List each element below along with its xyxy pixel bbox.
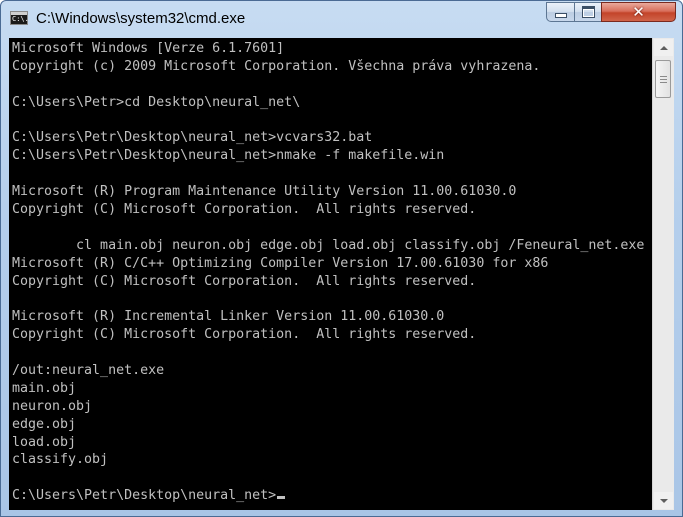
console-line: Microsoft (R) Program Maintenance Utilit… xyxy=(12,184,517,200)
console-line: Microsoft (R) C/C++ Optimizing Compiler … xyxy=(12,255,549,271)
console-line: edge.obj xyxy=(12,416,77,432)
console-line: main.obj xyxy=(12,380,77,396)
console-line: C:\Users\Petr\Desktop\neural_net>vcvars3… xyxy=(12,130,373,146)
scroll-up-button[interactable] xyxy=(654,39,673,56)
maximize-button[interactable] xyxy=(574,2,602,22)
console-line: Microsoft (R) Incremental Linker Version… xyxy=(12,309,445,325)
console-output[interactable]: Microsoft Windows [Verze 6.1.7601] Copyri… xyxy=(9,38,652,510)
close-icon: ✕ xyxy=(632,2,645,21)
console-line: cl main.obj neuron.obj edge.obj load.obj… xyxy=(12,237,645,253)
scroll-down-arrow-icon xyxy=(659,498,668,503)
console-line: C:\Users\Petr>cd Desktop\neural_net\ xyxy=(12,94,301,110)
console-line: /out:neural_net.exe xyxy=(12,363,165,379)
window-title: C:\Windows\system32\cmd.exe xyxy=(36,10,246,27)
scroll-up-arrow-icon xyxy=(659,45,668,50)
resize-grip[interactable] xyxy=(652,510,674,516)
scroll-down-button[interactable] xyxy=(654,492,673,509)
cmd-window: C:\. C:\Windows\system32\cmd.exe ✕ Micro… xyxy=(0,0,683,517)
minimize-button[interactable] xyxy=(546,2,575,22)
console-line: classify.obj xyxy=(12,452,109,468)
console-line: Copyright (C) Microsoft Corporation. All… xyxy=(12,273,477,289)
console-line: load.obj xyxy=(12,434,77,450)
scroll-thumb[interactable] xyxy=(655,60,671,98)
text-cursor xyxy=(277,496,286,500)
thumb-grip-line xyxy=(659,78,667,80)
minimize-icon xyxy=(554,12,567,18)
console-line: Microsoft Windows [Verze 6.1.7601] xyxy=(12,41,285,56)
vertical-scrollbar[interactable] xyxy=(652,38,674,510)
maximize-icon xyxy=(581,6,595,18)
console-line: neuron.obj xyxy=(12,398,93,414)
console-line: C:\Users\Petr\Desktop\neural_net>nmake -… xyxy=(12,148,445,164)
console-prompt-line[interactable]: C:\Users\Petr\Desktop\neural_net> xyxy=(12,487,644,505)
cmd-icon-text: C:\. xyxy=(12,15,29,23)
console-lines: Microsoft Windows [Verze 6.1.7601] Copyri… xyxy=(12,40,644,505)
thumb-grip-line xyxy=(659,75,667,77)
console-line: Copyright (C) Microsoft Corporation. All… xyxy=(12,327,477,343)
title-bar[interactable]: C:\. C:\Windows\system32\cmd.exe ✕ xyxy=(1,1,682,37)
thumb-grip-line xyxy=(659,81,667,83)
close-button[interactable]: ✕ xyxy=(601,2,676,22)
console-line: Copyright (c) 2009 Microsoft Corporation… xyxy=(12,58,541,74)
console-prompt: C:\Users\Petr\Desktop\neural_net> xyxy=(12,488,277,504)
console-line: Copyright (C) Microsoft Corporation. All… xyxy=(12,202,477,218)
cmd-icon[interactable]: C:\. xyxy=(10,11,29,25)
